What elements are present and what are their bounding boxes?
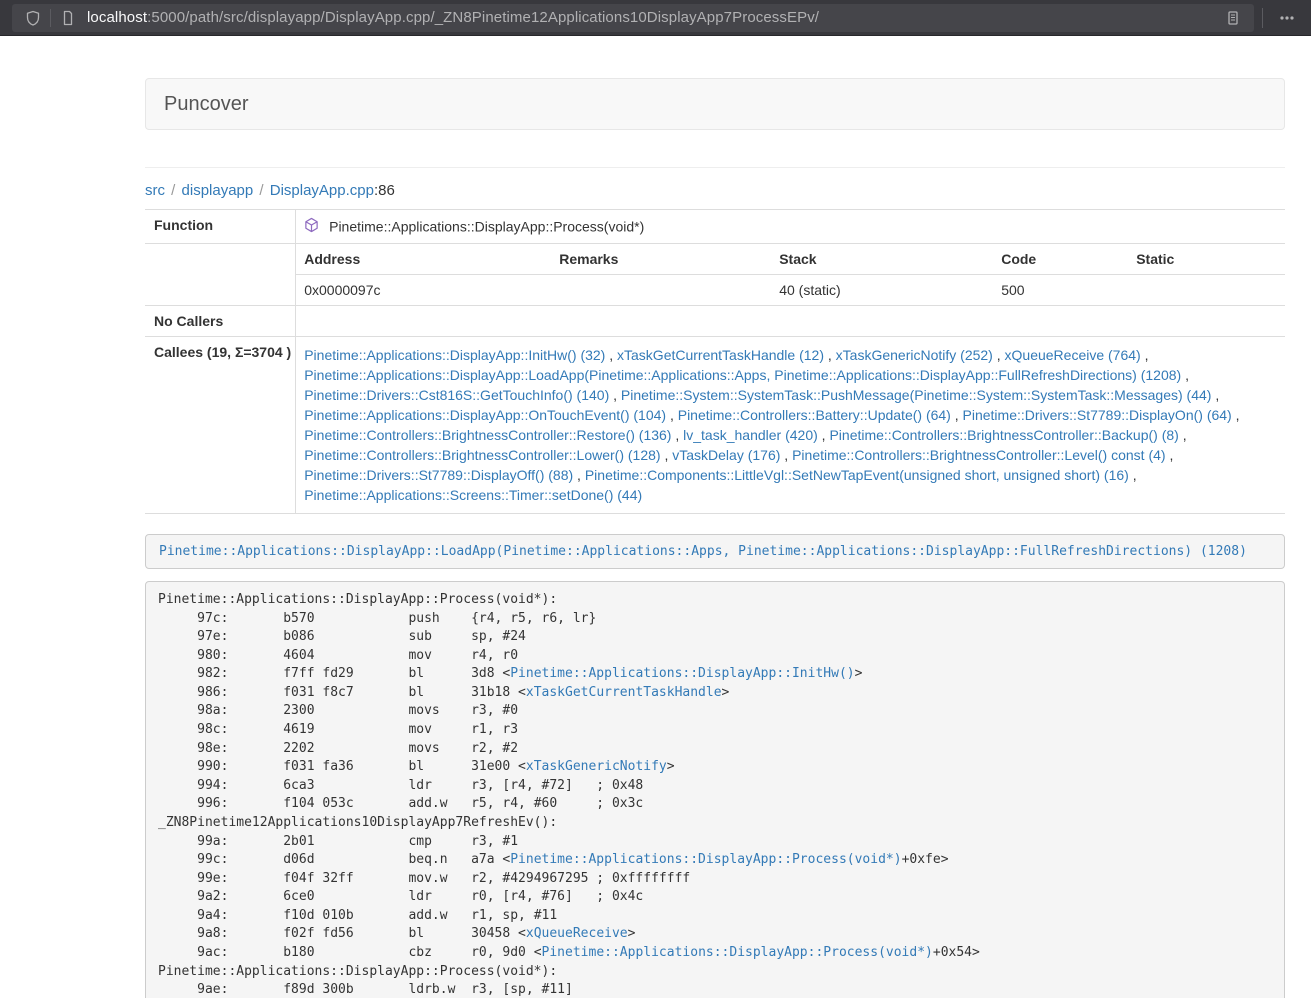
column-static: Static — [1128, 244, 1285, 275]
column-address: Address — [296, 244, 551, 275]
callee-link[interactable]: Pinetime::Components::LittleVgl::SetNewT… — [585, 467, 1129, 483]
url-host: localhost — [87, 9, 147, 26]
callee-link[interactable]: Pinetime::Applications::Screens::Timer::… — [304, 487, 642, 503]
asm-symbol-link[interactable]: xTaskGenericNotify — [526, 759, 667, 774]
asm-symbol-link[interactable]: xQueueReceive — [526, 926, 628, 941]
breadcrumb-separator: / — [165, 182, 182, 199]
page-container: Puncover src / displayapp / DisplayApp.c… — [145, 78, 1285, 998]
asm-symbol-link[interactable]: xTaskGetCurrentTaskHandle — [526, 685, 722, 700]
reader-mode-icon[interactable] — [1220, 10, 1246, 26]
symbol-type-icon — [304, 220, 323, 236]
divider — [145, 167, 1285, 168]
page-info-icon[interactable] — [55, 10, 81, 26]
callee-link[interactable]: xTaskGetCurrentTaskHandle (12) — [617, 347, 824, 363]
breadcrumb-link[interactable]: DisplayApp.cpp — [270, 182, 374, 199]
static-value — [1128, 275, 1285, 306]
callers-list — [296, 306, 1285, 337]
callee-link[interactable]: Pinetime::Applications::DisplayApp::Init… — [304, 347, 605, 363]
function-name: Pinetime::Applications::DisplayApp::Proc… — [329, 218, 644, 234]
breadcrumb-link[interactable]: displayapp — [182, 182, 254, 199]
callee-link[interactable]: Pinetime::Drivers::St7789::DisplayOn() (… — [963, 407, 1232, 423]
callee-link[interactable]: xQueueReceive (764) — [1005, 347, 1141, 363]
url-text[interactable]: localhost:5000/path/src/displayapp/Displ… — [87, 9, 1220, 26]
callee-link[interactable]: Pinetime::Applications::DisplayApp::OnTo… — [304, 407, 666, 423]
stack-value: 40 (static) — [771, 275, 993, 306]
url-bar[interactable]: localhost:5000/path/src/displayapp/Displ… — [12, 4, 1254, 32]
app-brand-link[interactable]: Puncover — [164, 93, 249, 116]
highlighted-symbol-panel: Pinetime::Applications::DisplayApp::Load… — [145, 534, 1285, 569]
no-callers-row: No Callers — [145, 306, 1285, 337]
toolbar-divider — [1262, 8, 1263, 28]
callees-row: Callees (19, Σ=3704 ) Pinetime::Applicat… — [145, 337, 1285, 514]
assembly-code: Pinetime::Applications::DisplayApp::Proc… — [145, 581, 1285, 998]
asm-symbol-link[interactable]: Pinetime::Applications::DisplayApp::Proc… — [542, 945, 933, 960]
breadcrumb: src / displayapp / DisplayApp.cpp:86 — [145, 182, 1285, 199]
no-callers-label: No Callers — [145, 306, 296, 337]
metrics-value-row: 0x0000097c 40 (static) 500 — [296, 275, 1285, 306]
function-row: Function Pinetime::Applications::Display… — [145, 210, 1285, 244]
urlbar-divider — [50, 9, 51, 27]
asm-symbol-link[interactable]: Pinetime::Applications::DisplayApp::Proc… — [510, 852, 901, 867]
function-label: Function — [145, 210, 296, 244]
breadcrumb-separator: / — [253, 182, 270, 199]
callee-link[interactable]: xTaskGenericNotify (252) — [836, 347, 993, 363]
shield-icon[interactable] — [20, 10, 46, 26]
breadcrumb-link[interactable]: src — [145, 182, 165, 199]
highlighted-symbol-link[interactable]: Pinetime::Applications::DisplayApp::Load… — [159, 544, 1247, 559]
url-path: :5000/path/src/displayapp/DisplayApp.cpp… — [147, 9, 819, 26]
remarks-value — [551, 275, 771, 306]
callee-link[interactable]: Pinetime::Controllers::BrightnessControl… — [304, 447, 660, 463]
callee-link[interactable]: vTaskDelay (176) — [672, 447, 780, 463]
column-stack: Stack — [771, 244, 993, 275]
more-tools-icon[interactable] — [1271, 10, 1303, 26]
asm-symbol-link[interactable]: Pinetime::Applications::DisplayApp::Init… — [510, 666, 854, 681]
callee-link[interactable]: Pinetime::Drivers::Cst816S::GetTouchInfo… — [304, 387, 609, 403]
app-navbar: Puncover — [145, 78, 1285, 130]
callee-link[interactable]: Pinetime::Controllers::BrightnessControl… — [304, 427, 671, 443]
callee-link[interactable]: Pinetime::System::SystemTask::PushMessag… — [621, 387, 1212, 403]
callee-link[interactable]: Pinetime::Controllers::BrightnessControl… — [792, 447, 1165, 463]
callee-link[interactable]: Pinetime::Controllers::BrightnessControl… — [829, 427, 1178, 443]
code-size-value: 500 — [993, 275, 1128, 306]
callee-link[interactable]: Pinetime::Applications::DisplayApp::Load… — [304, 367, 1181, 383]
callees-label: Callees (19, Σ=3704 ) — [145, 337, 296, 514]
address-value: 0x0000097c — [296, 275, 551, 306]
symbol-table: Function Pinetime::Applications::Display… — [145, 209, 1285, 514]
callees-list: Pinetime::Applications::DisplayApp::Init… — [296, 337, 1285, 514]
column-remarks: Remarks — [551, 244, 771, 275]
metrics-table: Address Remarks Stack Code Static 0x0000… — [296, 244, 1285, 305]
browser-toolbar: localhost:5000/path/src/displayapp/Displ… — [0, 0, 1311, 36]
column-code: Code — [993, 244, 1128, 275]
callee-link[interactable]: Pinetime::Drivers::St7789::DisplayOff() … — [304, 467, 573, 483]
callee-link[interactable]: lv_task_handler (420) — [683, 427, 818, 443]
metrics-label-spacer — [145, 244, 296, 306]
callee-link[interactable]: Pinetime::Controllers::Battery::Update()… — [678, 407, 951, 423]
metrics-row: Address Remarks Stack Code Static 0x0000… — [145, 244, 1285, 306]
breadcrumb-line-number: :86 — [374, 182, 395, 199]
